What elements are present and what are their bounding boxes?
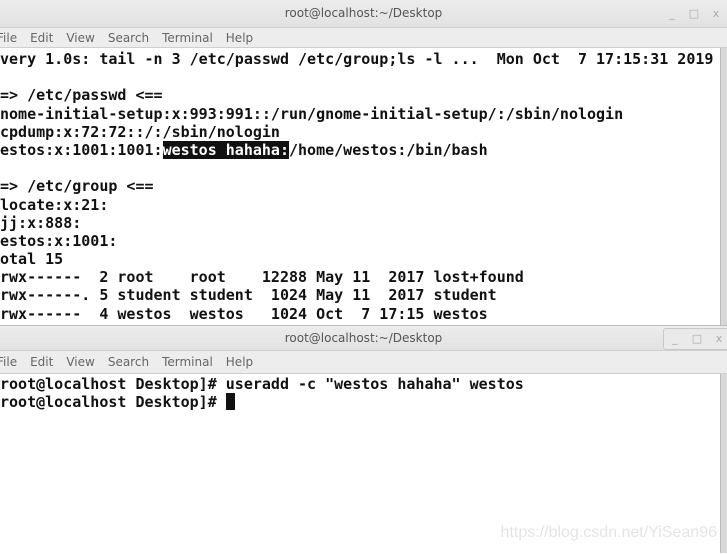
menu-edit[interactable]: Edit (30, 355, 53, 369)
output-line: otal 15 (0, 250, 64, 269)
output-line-highlighted: estos:x:1001:1001:westos hahaha:/home/we… (0, 140, 727, 159)
text: /home/westos:/bin/bash (289, 140, 488, 159)
output-line: rwx------. 5 student student 1024 May 11… (0, 286, 497, 305)
top-terminal-window: root@localhost:~/Desktop _ □ x File Edit… (0, 0, 727, 326)
menu-search[interactable]: Search (108, 31, 149, 45)
output-line: rwx------ 4 westos westos 1024 Oct 7 17:… (0, 304, 488, 323)
output-line: estos:x:1001: (0, 231, 118, 250)
maximize-button[interactable]: □ (683, 1, 705, 27)
prompt-line: root@localhost Desktop]# (0, 393, 727, 411)
text: estos:x:1001:1001: (0, 140, 163, 159)
window-title: root@localhost:~/Desktop (284, 331, 443, 345)
selected-text[interactable]: westos hahaha: (162, 140, 289, 159)
text-cursor (225, 393, 235, 411)
close-button[interactable]: x (705, 1, 727, 27)
window-controls: _ □ x (663, 328, 727, 350)
output-line: cpdump:x:72:72::/:/sbin/nologin (0, 122, 280, 141)
scrollbar[interactable] (720, 374, 727, 553)
window-title: root@localhost:~/Desktop (284, 6, 443, 20)
menu-terminal[interactable]: Terminal (162, 31, 213, 45)
menu-file[interactable]: File (0, 31, 17, 45)
output-line: jj:x:888: (0, 213, 82, 232)
title-bar[interactable]: root@localhost:~/Desktop _ □ x (0, 326, 727, 351)
menu-bar: File Edit View Search Terminal Help (0, 351, 727, 374)
close-button[interactable]: x (708, 327, 727, 351)
scrollbar[interactable] (720, 48, 727, 326)
output-line: => /etc/passwd <== (0, 86, 163, 105)
output-line: locate:x:21: (0, 195, 109, 214)
menu-edit[interactable]: Edit (30, 31, 53, 45)
watermark: https://blog.csdn.net/YiSean96 (500, 524, 717, 541)
output-line: => /etc/group <== (0, 177, 154, 196)
menu-help[interactable]: Help (226, 31, 253, 45)
maximize-button[interactable]: □ (686, 327, 708, 351)
menu-help[interactable]: Help (226, 355, 253, 369)
output-line: rwx------ 2 root root 12288 May 11 2017 … (0, 268, 524, 287)
output-line: very 1.0s: tail -n 3 /etc/passwd /etc/gr… (0, 50, 714, 68)
minimize-button[interactable]: _ (661, 1, 683, 27)
menu-terminal[interactable]: Terminal (162, 355, 213, 369)
terminal-output[interactable]: very 1.0s: tail -n 3 /etc/passwd /etc/gr… (0, 48, 727, 326)
prompt: root@localhost Desktop]# (0, 393, 226, 412)
menu-file[interactable]: File (0, 355, 17, 369)
output-line: nome-initial-setup:x:993:991::/run/gnome… (0, 104, 624, 123)
menu-view[interactable]: View (66, 31, 94, 45)
title-bar[interactable]: root@localhost:~/Desktop _ □ x (0, 0, 727, 28)
minimize-button[interactable]: _ (664, 327, 686, 351)
menu-bar: File Edit View Search Terminal Help (0, 28, 727, 48)
bottom-terminal-window: root@localhost:~/Desktop _ □ x File Edit… (0, 325, 727, 554)
window-controls: _ □ x (661, 0, 727, 27)
menu-search[interactable]: Search (108, 355, 149, 369)
command-line: root@localhost Desktop]# useradd -c "wes… (0, 375, 524, 393)
menu-view[interactable]: View (66, 355, 94, 369)
